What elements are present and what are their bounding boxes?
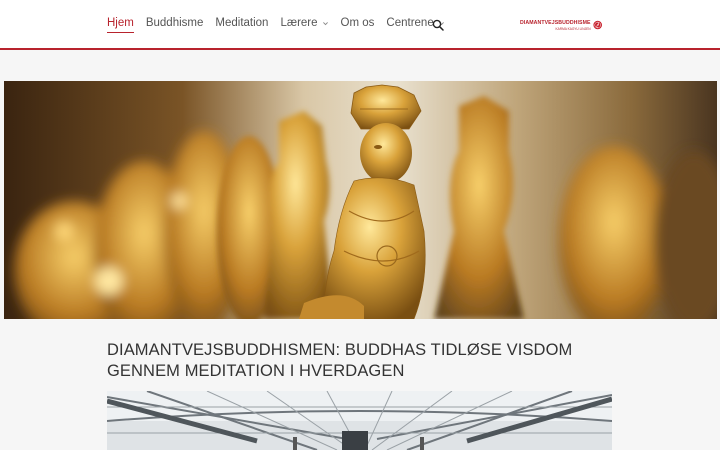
nav-item-hjem[interactable]: Hjem (107, 17, 134, 33)
site-header: Hjem Buddhisme Meditation Lærere Om os C… (0, 0, 720, 50)
nav-item-label: Om os (340, 17, 375, 29)
nav-item-om-os[interactable]: Om os (341, 17, 375, 29)
nav-item-label: Buddhisme (145, 17, 204, 29)
nav-item-label: Lærere (280, 17, 318, 29)
nav-item-label: Centrene (386, 17, 434, 29)
search-icon[interactable] (432, 19, 444, 31)
hero-illustration (4, 81, 717, 319)
logo-subtitle: KARMA KAGYU LINJEN (555, 26, 591, 31)
site-logo[interactable]: DIAMANTVEJSBUDDHISME KARMA KAGYU LINJEN (520, 12, 602, 38)
page-title: DIAMANTVEJSBUDDHISMEN: BUDDHAS TIDLØSE V… (107, 341, 573, 380)
gallery-illustration (107, 391, 612, 450)
logo-wordmark: DIAMANTVEJSBUDDHISME KARMA KAGYU LINJEN (520, 20, 591, 31)
nav-item-buddhisme[interactable]: Buddhisme (146, 17, 204, 29)
chevron-down-icon (322, 21, 328, 25)
nav-item-label: Hjem (107, 17, 134, 29)
hero-image-golden-buddha-statues (4, 81, 717, 319)
logo-title: DIAMANTVEJSBUDDHISME (520, 19, 591, 26)
main-nav: Hjem Buddhisme Meditation Lærere Om os C… (107, 17, 457, 33)
nav-item-label: Meditation (215, 17, 269, 29)
gallery-image-meditation-hall (107, 391, 612, 450)
nav-item-meditation[interactable]: Meditation (215, 17, 268, 29)
logo-emblem-icon (593, 20, 602, 30)
nav-item-laerere[interactable]: Lærere (280, 17, 328, 29)
